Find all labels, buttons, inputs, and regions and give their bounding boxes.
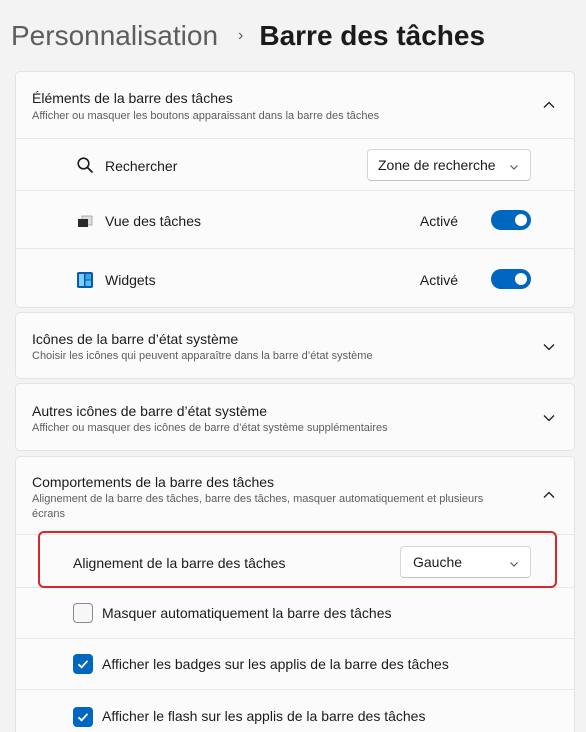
- section-subtitle: Alignement de la barre des tâches, barre…: [32, 493, 484, 520]
- task-view-row: Vue des tâches Activé: [16, 190, 574, 248]
- taskbar-items-header[interactable]: Éléments de la barre des tâches Afficher…: [16, 72, 574, 138]
- section-subtitle: Choisir les icônes qui peuvent apparaîtr…: [32, 350, 373, 362]
- alignment-row: Alignement de la barre des tâches Gauche: [16, 534, 574, 587]
- widgets-label: Widgets: [105, 272, 156, 288]
- flash-checkbox[interactable]: [73, 707, 93, 727]
- dropdown-value: Zone de recherche: [378, 157, 496, 173]
- task-view-toggle[interactable]: [491, 210, 531, 230]
- section-subtitle: Afficher ou masquer des icônes de barre …: [32, 422, 388, 434]
- widgets-icon: [76, 271, 94, 289]
- task-view-label: Vue des tâches: [105, 213, 201, 229]
- flash-label: Afficher le flash sur les applis de la b…: [102, 708, 426, 724]
- taskbar-behaviors-header[interactable]: Comportements de la barre des tâches Ali…: [16, 457, 574, 534]
- page-title: Barre des tâches: [259, 20, 486, 51]
- auto-hide-checkbox[interactable]: [73, 603, 93, 623]
- badges-checkbox[interactable]: [73, 654, 93, 674]
- breadcrumb-parent[interactable]: Personnalisation: [11, 20, 218, 52]
- search-icon: [76, 156, 94, 174]
- task-view-icon: [76, 212, 94, 230]
- alignment-dropdown[interactable]: Gauche: [400, 546, 531, 578]
- search-row: Rechercher Zone de recherche: [16, 138, 574, 190]
- breadcrumb-separator: ›: [238, 27, 244, 44]
- breadcrumb: Personnalisation › Barre des tâches: [11, 16, 485, 56]
- task-view-state: Activé: [419, 213, 458, 229]
- widgets-state: Activé: [419, 272, 458, 288]
- chevron-down-icon: [508, 160, 520, 172]
- taskbar-behaviors-section: Comportements de la barre des tâches Ali…: [15, 456, 575, 732]
- badges-label: Afficher les badges sur les applis de la…: [102, 656, 449, 672]
- chevron-up-icon[interactable]: [542, 488, 556, 502]
- toggle-knob: [515, 273, 527, 285]
- section-title: Icônes de la barre d’état système: [32, 331, 239, 347]
- search-mode-dropdown[interactable]: Zone de recherche: [367, 149, 531, 181]
- badges-row: Afficher les badges sur les applis de la…: [16, 638, 574, 689]
- chevron-down-icon[interactable]: [542, 411, 556, 425]
- system-tray-icons-section[interactable]: Icônes de la barre d’état système Choisi…: [15, 312, 575, 379]
- widgets-row: Widgets Activé: [16, 248, 574, 308]
- search-label: Rechercher: [105, 158, 178, 174]
- auto-hide-label: Masquer automatiquement la barre des tâc…: [102, 605, 392, 621]
- section-title: Autres icônes de barre d’état système: [32, 403, 268, 419]
- auto-hide-row: Masquer automatiquement la barre des tâc…: [16, 587, 574, 638]
- chevron-down-icon[interactable]: [542, 340, 556, 354]
- taskbar-items-section: Éléments de la barre des tâches Afficher…: [15, 71, 575, 308]
- section-subtitle: Afficher ou masquer les boutons apparais…: [32, 110, 380, 122]
- flash-row: Afficher le flash sur les applis de la b…: [16, 689, 574, 732]
- other-tray-icons-section[interactable]: Autres icônes de barre d’état système Af…: [15, 383, 575, 451]
- dropdown-value: Gauche: [413, 554, 463, 570]
- toggle-knob: [515, 214, 527, 226]
- section-title: Comportements de la barre des tâches: [32, 474, 275, 490]
- alignment-label: Alignement de la barre des tâches: [73, 555, 286, 571]
- chevron-up-icon[interactable]: [542, 98, 556, 112]
- widgets-toggle[interactable]: [491, 269, 531, 289]
- chevron-down-icon: [508, 557, 520, 569]
- section-title: Éléments de la barre des tâches: [32, 90, 233, 106]
